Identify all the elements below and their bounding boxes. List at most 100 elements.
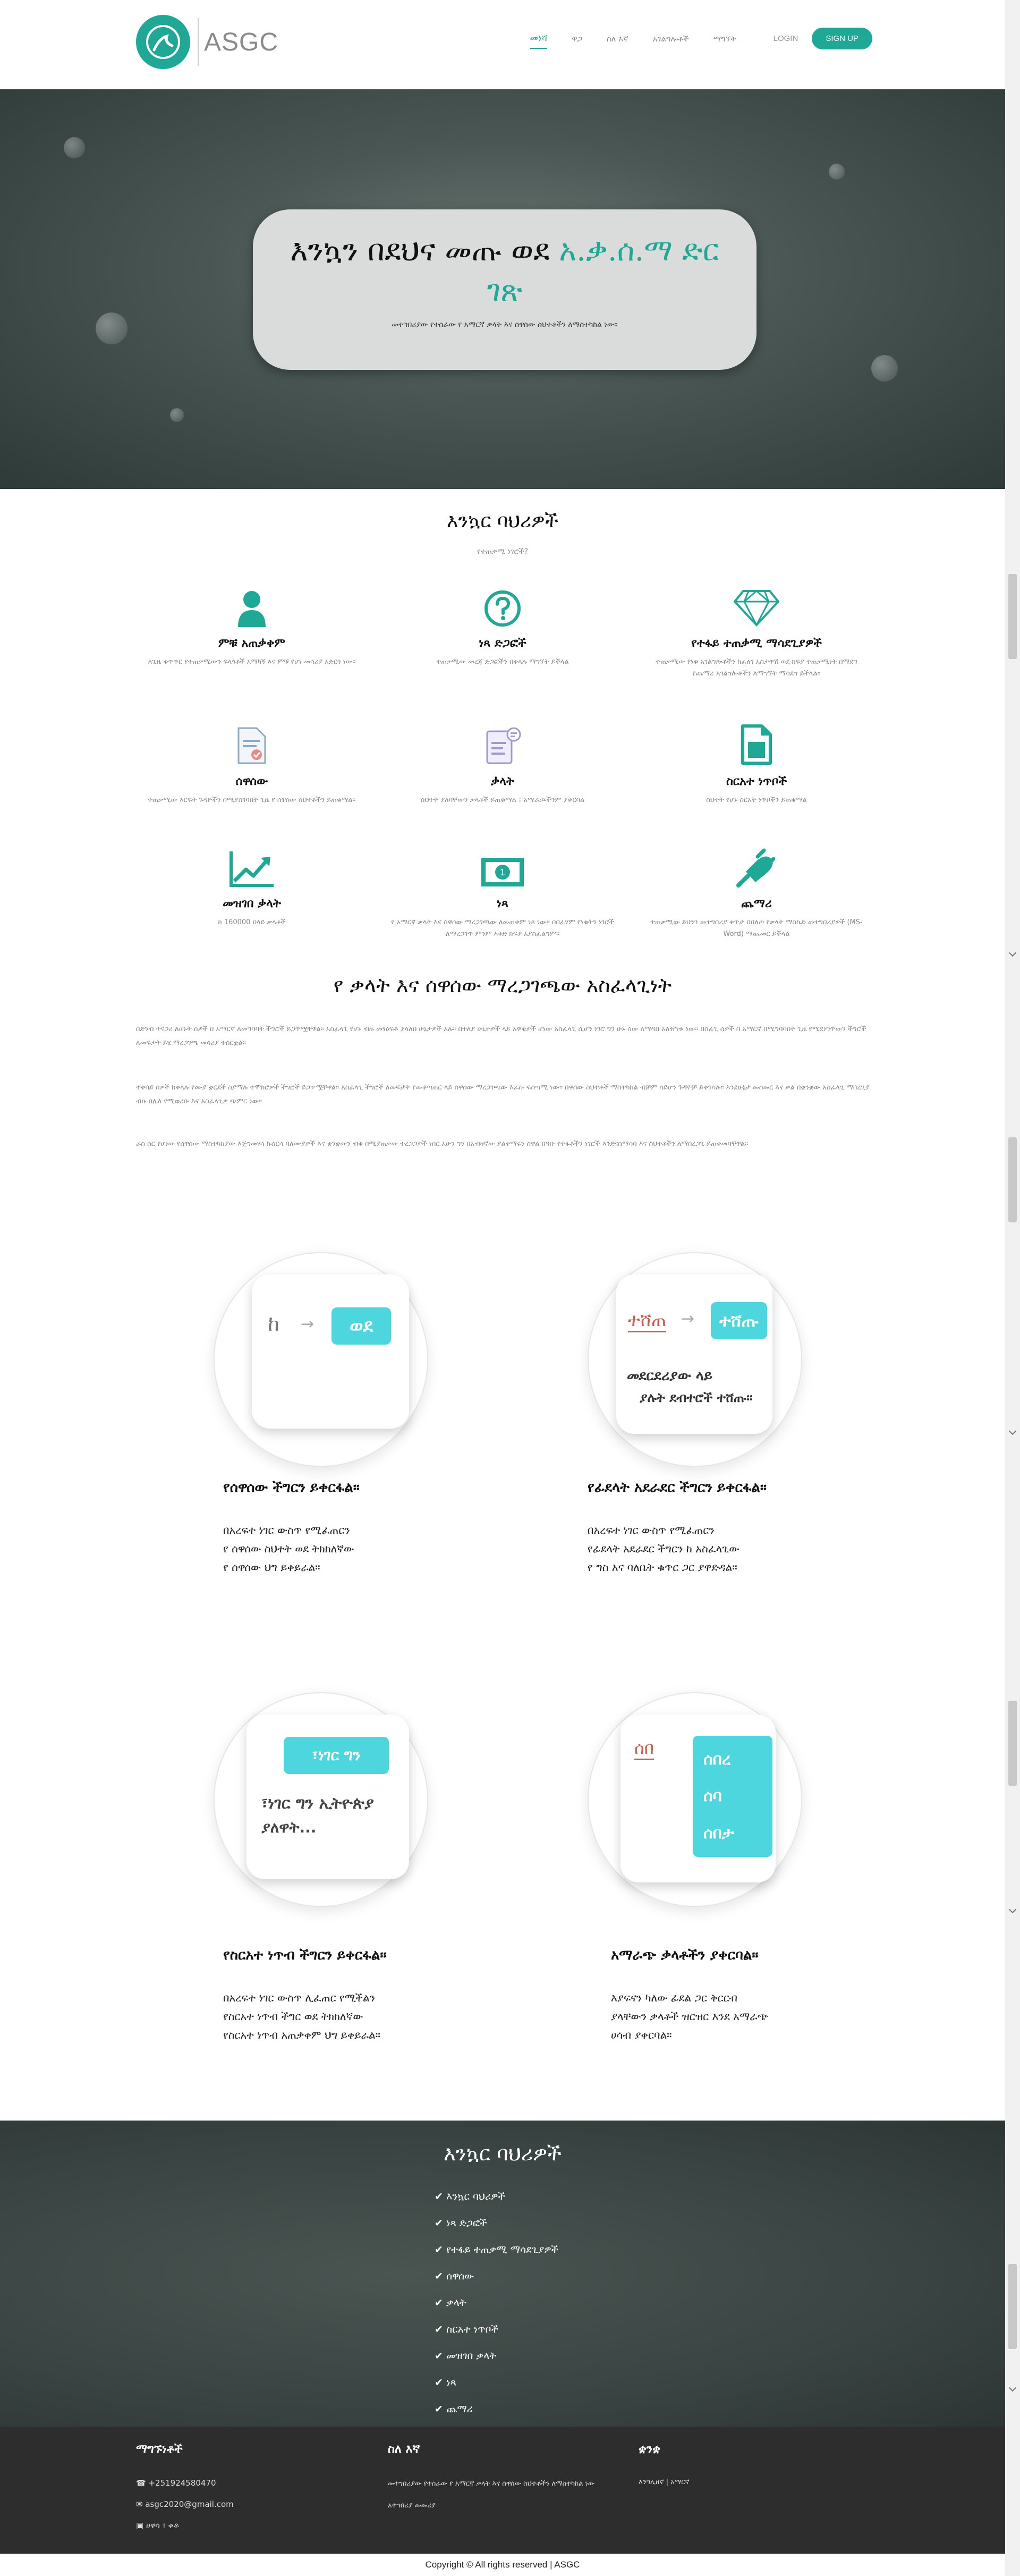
assurance-title: የ ቃላት እና ሰዋሰው ማረጋገጫው አስፈላጊነት xyxy=(333,974,672,997)
scroll-down-icon[interactable] xyxy=(1008,2384,1017,2392)
footer-language: ቋንቋ እንግሊዘኛ | አማርኛ xyxy=(639,2443,690,2498)
water-drop xyxy=(64,137,85,158)
scroll-thumb[interactable] xyxy=(1008,574,1017,659)
page-scrollbar[interactable] xyxy=(1005,0,1020,2576)
from-word: ከ xyxy=(268,1312,280,1336)
banner-item-label: ነጻ xyxy=(446,2377,456,2388)
feature-desc: ተጠቃሚው የነቁ አገልግሎቶችን ከፈለገ አስታዋሽ ወደ ክፍያ ተጠቃ… xyxy=(656,658,857,678)
banner-title: እንኳር ባህሪዎች xyxy=(444,2142,562,2165)
banner-item-label: የተፋይ ተጠቃሚ ማሳደጊያዎች xyxy=(446,2244,559,2256)
feature-desc: ለጊዜ ቁጥጥር የተጠቃሚውን ፍላጎቶች አማካኝ እና ምቹ የሆነ መሳ… xyxy=(148,658,356,666)
suggestion-item[interactable]: ሰበታ xyxy=(703,1824,734,1843)
illustration-line: እያፍናን ካለው ፊደል ጋር ቅርርብ xyxy=(611,1991,738,2004)
nav-about[interactable]: ስለ እኛ xyxy=(607,30,628,48)
user-icon xyxy=(124,579,379,627)
footer-about-title: ስለ እኛ xyxy=(388,2443,420,2456)
feature-punctuation: ስርአተ ነጥቦች ስህተት የሆኑ ስርአት ነጥቦችን ይጠቁማል xyxy=(629,717,884,806)
feature-desc: ከ 160000 በላይ ቃላቶች xyxy=(218,918,286,926)
scroll-down-icon[interactable] xyxy=(1008,1905,1017,1914)
footer-language-title: ቋንቋ xyxy=(639,2443,661,2456)
card-line: መደርደሪያው ላይ xyxy=(627,1368,712,1384)
banner-item-label: ነጻ ድጋፎች xyxy=(446,2217,487,2229)
money-icon: 1 xyxy=(375,840,630,888)
feature-free-support: ነጻ ድጋፎች ተጠቃሚው መረጃ ድጋፎችን በቀላሉ ማግኘት ይችላል xyxy=(375,579,630,668)
hero-title-text: እንኳን በደህና መጡ ወደ xyxy=(290,233,550,268)
illustration-card: ተሸጠ → ተሸጡ መደርደሪያው ላይ ያሉት ደብተሮች ተሸጡ። xyxy=(616,1274,772,1434)
water-drop xyxy=(829,164,845,180)
suggestion-item[interactable]: ሰበረ xyxy=(703,1750,731,1769)
brand-name: ASGC xyxy=(204,28,279,56)
chart-line-icon xyxy=(124,840,379,888)
illustration-line: ሀሳብ ያቀርባል። xyxy=(611,2029,672,2041)
nav-contact[interactable]: ማግኘት xyxy=(713,30,736,48)
banner-item-label: ሰዋሰው xyxy=(446,2270,474,2282)
feature-addon: ጨማሪ ተጠቃሚው ይህንን መተግበሪያ ቀጥታ በበለጦ የቃላት ማስኬድ… xyxy=(629,840,884,940)
features-banner: እንኳር ባህሪዎች ✔ እንኳር ባህሪዎች ✔ ነጻ ድጋፎች ✔ የተፋይ ተጠ… xyxy=(0,2121,1005,2427)
scroll-thumb[interactable] xyxy=(1008,2264,1017,2349)
feature-desc: ተጠቃሚው መረጃ ድጋፎችን በቀላሉ ማግኘት ይችላል xyxy=(436,658,569,666)
illustration-line: የስርአተ ነጥብ አጠቃቀም ህግ ይቀይራል። xyxy=(223,2029,380,2041)
feature-name: የተፋይ ተጠቃሚ ማሳደጊያዎች xyxy=(691,637,822,650)
scroll-thumb[interactable] xyxy=(1008,1701,1017,1786)
feature-name: ቃላት xyxy=(491,775,514,788)
map-icon: ▣ xyxy=(136,2521,144,2530)
illustration-text: በአረፍተ ነገር ውስጥ ሊፈጠር የሚችልን የስርአተ ነጥብ ችግር ወ… xyxy=(223,1989,380,2045)
feature-grammar: ሰዋሰው ተጠቃሚው እርፍት ጉዳዮችን በሚያስገባበት ጊዜ የ ሰዋሰው… xyxy=(124,717,379,806)
feature-desc: ተጠቃሚው እርፍት ጉዳዮችን በሚያስገባበት ጊዜ የ ሰዋሰው ስህተቶ… xyxy=(148,796,356,804)
signup-button[interactable]: SIGN UP xyxy=(812,28,872,49)
brand-logo[interactable]: ASGC xyxy=(136,15,278,69)
feature-name: ነጻ ድጋፎች xyxy=(479,637,526,650)
svg-text:1: 1 xyxy=(500,867,505,877)
site-header: ASGC መነሻ ዋጋ ስለ እኛ አገልግሎቶች ማግኘት LOGIN SIG… xyxy=(0,0,1005,89)
language-switcher[interactable]: እንግሊዘኛ | አማርኛ xyxy=(639,2478,690,2486)
footer-guide-link[interactable]: አተግበሪያ መመሪያ xyxy=(388,2502,611,2510)
assurance-paragraph: ራስ ሰር የሆነው የሰዋሰው ማስተካከያው እጅግመሃሳ ኩሰርሳ ባለሙ… xyxy=(136,1140,749,1148)
banner-item: ✔ ነጻ xyxy=(435,2369,558,2396)
feature-free: 1 ነጻ የ አማርኛ ቃላት እና ሰዋሰው ማረጋገጫው ለመጠቀም ነጻ … xyxy=(375,840,630,940)
footer-phone[interactable]: ☎ +251924580470 xyxy=(136,2478,234,2488)
feature-premium: የተፋይ ተጠቃሚ ማሳደጊያዎች ተጠቃሚው የነቁ አገልግሎቶችን ከፈለ… xyxy=(629,579,884,680)
footer-email[interactable]: ✉ asgc2020@gmail.com xyxy=(136,2499,234,2509)
login-link[interactable]: LOGIN xyxy=(774,30,798,47)
feature-desc: የ አማርኛ ቃላት እና ሰዋሰው ማረጋገጫው ለመጠቀም ነጻ ነው። በ… xyxy=(391,918,614,939)
feature-words: ቃላት ስህተት ያለባቸውን ቃላቶች ይጠቁማል ፤ አማራጮችንም ያቀር… xyxy=(375,717,630,806)
illustration-card: ከ → ወደ xyxy=(252,1274,409,1429)
scroll-down-icon[interactable] xyxy=(1008,949,1017,957)
scroll-thumb[interactable] xyxy=(1008,1137,1017,1222)
typed-word: ሰበ xyxy=(634,1738,654,1760)
illustration-title: የስርአተ ነጥብ ችግርን ይቀርፋል። xyxy=(223,1947,387,1963)
footer-address: ▣ ሀዋሳ ፣ ቀቶ xyxy=(136,2521,234,2530)
file-icon xyxy=(629,717,884,765)
illustration-line: የ ግስ እና ባለቤት ቁጥር ጋር ያዋድዳል። xyxy=(588,1561,737,1574)
hero-section: እንኳን በደህና መጡ ወደ አ.ቃ.ሰ.ማ ድር ገጽ መተግበሪያው የተ… xyxy=(0,89,1005,489)
banner-item-label: ጨማሪ xyxy=(446,2403,473,2415)
nav-services[interactable]: አገልግሎቶች xyxy=(653,30,689,48)
feature-name: ምቹ አጠቃቀም xyxy=(218,637,285,650)
water-drop xyxy=(170,408,184,422)
card-line: ያለዋት... xyxy=(261,1819,317,1836)
main-nav: መነሻ ዋጋ ስለ እኛ አገልግሎቶች ማግኘት LOGIN SIGN UP xyxy=(506,28,872,49)
nav-pricing[interactable]: ዋጋ xyxy=(572,30,582,48)
envelope-icon: ✉ xyxy=(136,2499,143,2509)
banner-item: ✔ ሰዋሰው xyxy=(435,2263,558,2290)
banner-item: ✔ መዝገበ ቃላት xyxy=(435,2343,558,2369)
feature-desc: ተጠቃሚው ይህንን መተግበሪያ ቀጥታ በበለጦ የቃላት ማስኬድ መተግ… xyxy=(650,918,863,939)
banner-item-label: እንኳር ባህሪዎች xyxy=(446,2191,505,2202)
banner-item-label: ቃላት xyxy=(446,2297,466,2309)
banner-item-label: ስርአተ ነጥቦች xyxy=(446,2324,498,2335)
check-icon: ✔ xyxy=(435,2270,443,2282)
nav-home[interactable]: መነሻ xyxy=(530,29,548,49)
suggestion-item[interactable]: ሰባ xyxy=(703,1787,722,1805)
feature-desc: ስህተት የሆኑ ስርአት ነጥቦችን ይጠቁማል xyxy=(706,796,807,804)
water-drop xyxy=(871,355,898,382)
to-word: ተሸጡ xyxy=(711,1302,767,1339)
footer-contact-title: ማግኙነቶች xyxy=(136,2443,183,2456)
document-check-icon xyxy=(124,717,379,765)
illustration-card: ፣ነገር ግን ፣ነገር ግን ኢትዮጵያ ያለዋት... xyxy=(246,1714,409,1879)
feature-easy-use: ምቹ አጠቃቀም ለጊዜ ቁጥጥር የተጠቃሚውን ፍላጎቶች አማካኝ እና … xyxy=(124,579,379,668)
phone-text: +251924580470 xyxy=(148,2478,216,2488)
check-icon: ✔ xyxy=(435,2217,443,2229)
banner-item: ✔ ጨማሪ xyxy=(435,2396,558,2422)
scroll-down-icon[interactable] xyxy=(1008,1427,1017,1435)
check-icon: ✔ xyxy=(435,2324,443,2335)
